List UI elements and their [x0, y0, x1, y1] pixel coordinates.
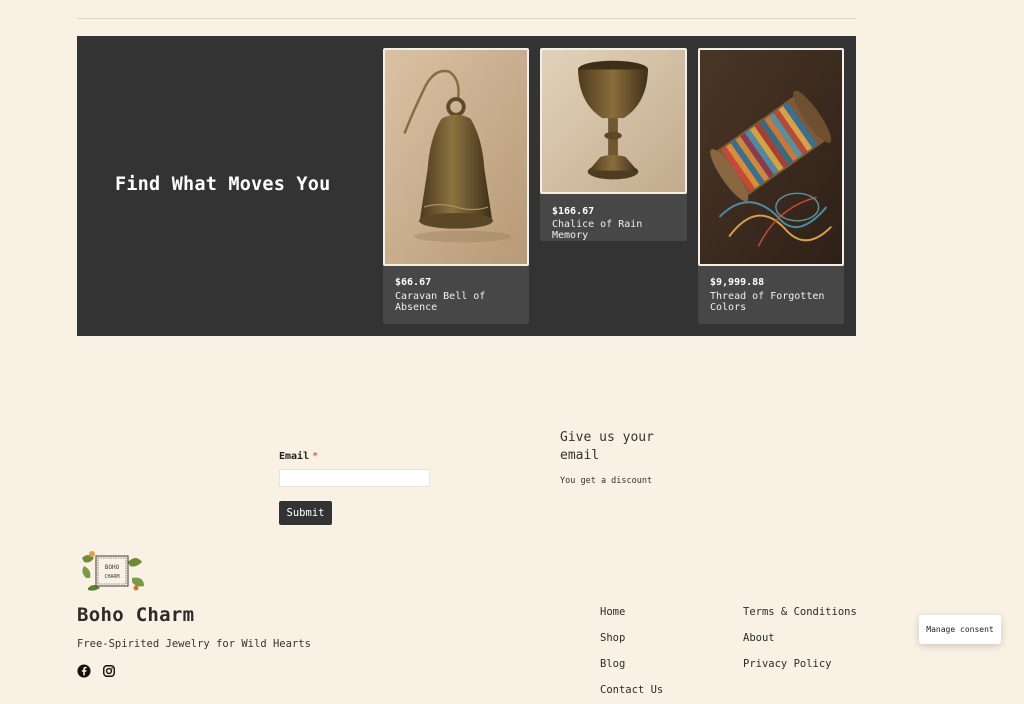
- email-field[interactable]: [279, 469, 430, 487]
- product-name[interactable]: Chalice of Rain Memory: [552, 219, 678, 241]
- footer-link-contact[interactable]: Contact Us: [600, 684, 663, 696]
- featured-products-banner: Find What Moves You $66.67 Caravan Bell …: [77, 36, 856, 336]
- email-label-text: Email: [279, 451, 310, 462]
- footer-link-about[interactable]: About: [743, 632, 775, 644]
- promo-subtitle: You get a discount: [560, 476, 653, 486]
- banner-title: Find What Moves You: [115, 174, 331, 195]
- product-name[interactable]: Thread of Forgotten Colors: [710, 291, 836, 313]
- brass-bell-image[interactable]: [383, 48, 529, 266]
- required-marker: *: [312, 451, 319, 462]
- brand-name: Boho Charm: [77, 604, 195, 626]
- product-card-bell[interactable]: $66.67 Caravan Bell of Absence: [383, 48, 529, 324]
- instagram-icon[interactable]: [102, 663, 116, 677]
- site-logo[interactable]: BOHO CHARM: [78, 548, 146, 594]
- submit-button[interactable]: Submit: [279, 501, 332, 525]
- svg-text:CHARM: CHARM: [104, 574, 119, 580]
- footer-link-home[interactable]: Home: [600, 606, 625, 618]
- footer-link-blog[interactable]: Blog: [600, 658, 625, 670]
- product-price: $66.67: [395, 277, 432, 288]
- svg-text:BOHO: BOHO: [105, 564, 120, 571]
- top-divider: [77, 18, 856, 19]
- thread-spool-image[interactable]: [698, 48, 844, 266]
- footer-link-privacy[interactable]: Privacy Policy: [743, 658, 832, 670]
- product-card-thread[interactable]: $9,999.88 Thread of Forgotten Colors: [698, 48, 844, 324]
- facebook-icon[interactable]: [77, 663, 91, 678]
- product-price: $166.67: [552, 206, 595, 217]
- brass-chalice-image[interactable]: [540, 48, 687, 194]
- manage-consent-button[interactable]: Manage consent: [919, 615, 1001, 644]
- footer-link-shop[interactable]: Shop: [600, 632, 625, 644]
- promo-title: Give us your email: [560, 430, 654, 463]
- email-label: Email *: [279, 451, 318, 462]
- product-card-chalice[interactable]: $166.67 Chalice of Rain Memory: [540, 48, 687, 241]
- footer-link-terms[interactable]: Terms & Conditions: [743, 606, 857, 618]
- brand-tagline: Free-Spirited Jewelry for Wild Hearts: [77, 638, 311, 650]
- product-name[interactable]: Caravan Bell of Absence: [395, 291, 521, 313]
- product-price: $9,999.88: [710, 277, 765, 288]
